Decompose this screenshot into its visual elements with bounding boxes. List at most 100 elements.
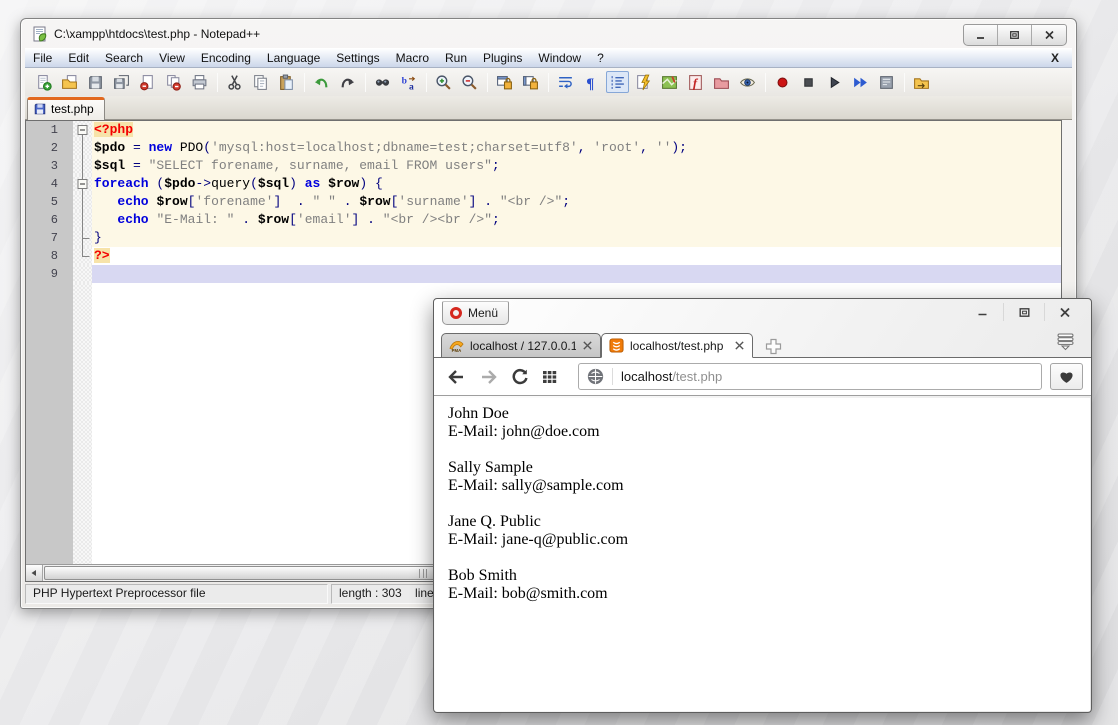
- close-icon[interactable]: [136, 71, 159, 93]
- menu-search[interactable]: Search: [97, 49, 151, 67]
- code-text: <?php: [92, 121, 1061, 139]
- document-map-icon[interactable]: [658, 71, 681, 93]
- copy-icon[interactable]: [249, 71, 272, 93]
- word-wrap-icon[interactable]: [554, 71, 577, 93]
- svg-text:¶: ¶: [586, 75, 594, 90]
- editor-tab-label: test.php: [51, 102, 94, 116]
- opera-titlebar[interactable]: Menü: [434, 299, 1091, 331]
- npp-titlebar[interactable]: C:\xampp\htdocs\test.php - Notepad++: [25, 19, 1072, 48]
- open-file-icon[interactable]: [58, 71, 81, 93]
- doc-switcher-icon[interactable]: [632, 71, 655, 93]
- url-text[interactable]: localhost/test.php: [621, 369, 722, 384]
- macro-save-icon[interactable]: [875, 71, 898, 93]
- code-line-5[interactable]: 5 echo $row['forename'] . " " . $row['su…: [26, 193, 1061, 211]
- fold-margin[interactable]: [73, 175, 92, 193]
- folder-workspace-icon[interactable]: [710, 71, 733, 93]
- menu-run[interactable]: Run: [437, 49, 475, 67]
- zoom-in-icon[interactable]: [432, 71, 455, 93]
- menu-plugins[interactable]: Plugins: [475, 49, 530, 67]
- code-line-7[interactable]: 7}: [26, 229, 1061, 247]
- forward-button[interactable]: [479, 369, 498, 385]
- cut-icon[interactable]: [223, 71, 246, 93]
- menu-language[interactable]: Language: [259, 49, 328, 67]
- menu-edit[interactable]: Edit: [60, 49, 97, 67]
- close-button[interactable]: [1044, 303, 1085, 321]
- fold-margin: [73, 247, 92, 265]
- code-line-4[interactable]: 4foreach ($pdo->query($sql) as $row) {: [26, 175, 1061, 193]
- new-file-icon[interactable]: [32, 71, 55, 93]
- menu-help[interactable]: ?: [589, 49, 612, 67]
- menubar-close-icon[interactable]: X: [1051, 51, 1072, 65]
- find-icon[interactable]: [371, 71, 394, 93]
- tab-label: localhost / 127.0.0.1 / test: [470, 339, 576, 353]
- save-icon[interactable]: [84, 71, 107, 93]
- editor-tab-testphp[interactable]: test.php: [27, 97, 105, 120]
- line-number: 8: [26, 247, 73, 265]
- close-all-icon[interactable]: [162, 71, 185, 93]
- paste-icon[interactable]: [275, 71, 298, 93]
- back-button[interactable]: [447, 369, 466, 385]
- tab-close-icon[interactable]: [734, 340, 745, 351]
- minimize-button[interactable]: [964, 25, 998, 45]
- site-badge-icon[interactable]: [587, 368, 604, 385]
- user-name: Bob Smith: [448, 567, 1090, 585]
- code-line-2[interactable]: 2$pdo = new PDO('mysql:host=localhost;db…: [26, 139, 1061, 157]
- user-entry: Sally SampleE-Mail: sally@sample.com: [448, 459, 1090, 495]
- toolbar-separator: [548, 73, 549, 92]
- restore-button[interactable]: [998, 25, 1032, 45]
- code-line-8[interactable]: 8 ?>: [26, 247, 1061, 265]
- address-bar[interactable]: localhost/test.php: [578, 363, 1042, 390]
- sync-scroll-h-icon[interactable]: [519, 71, 542, 93]
- indent-guide-icon[interactable]: [606, 71, 629, 93]
- fold-margin: [73, 229, 92, 247]
- opera-menu-button[interactable]: Menü: [442, 301, 509, 325]
- macro-stop-icon[interactable]: [797, 71, 820, 93]
- new-tab-button[interactable]: [765, 338, 782, 355]
- redo-icon[interactable]: [336, 71, 359, 93]
- xampp-icon: [609, 338, 624, 353]
- user-name: Sally Sample: [448, 459, 1090, 477]
- menu-view[interactable]: View: [151, 49, 193, 67]
- undo-icon[interactable]: [310, 71, 333, 93]
- code-text: ?>: [92, 247, 1061, 265]
- speed-dial-grid-icon[interactable]: [542, 369, 557, 384]
- opera-tabbar: PMAlocalhost / 127.0.0.1 / testlocalhost…: [434, 331, 1091, 357]
- fold-margin[interactable]: [73, 121, 92, 139]
- macro-record-icon[interactable]: [771, 71, 794, 93]
- scroll-left-arrow-icon[interactable]: [26, 565, 43, 581]
- saved-file-icon: [33, 102, 47, 116]
- restore-button[interactable]: [1003, 303, 1044, 321]
- print-icon[interactable]: [188, 71, 211, 93]
- reload-button[interactable]: [511, 368, 529, 386]
- macro-play-icon[interactable]: [823, 71, 846, 93]
- browser-tab-2[interactable]: localhost/test.php: [601, 333, 753, 358]
- code-line-1[interactable]: 1<?php: [26, 121, 1061, 139]
- opera-window: Menü PMAlocalhost / 127.0.0.1 / testloca…: [433, 298, 1092, 713]
- menu-file[interactable]: File: [25, 49, 60, 67]
- menu-settings[interactable]: Settings: [328, 49, 387, 67]
- code-line-3[interactable]: 3$sql = "SELECT forename, surname, email…: [26, 157, 1061, 175]
- code-text: foreach ($pdo->query($sql) as $row) {: [92, 175, 1061, 193]
- toolbar-separator: [426, 73, 427, 92]
- replace-icon[interactable]: ba: [397, 71, 420, 93]
- macro-run-multiple-icon[interactable]: [849, 71, 872, 93]
- minimize-button[interactable]: [962, 303, 1003, 321]
- browser-tab-1[interactable]: PMAlocalhost / 127.0.0.1 / test: [441, 333, 601, 358]
- show-all-chars-icon[interactable]: ¶: [580, 71, 603, 93]
- file-monitoring-icon[interactable]: [736, 71, 759, 93]
- menu-window[interactable]: Window: [530, 49, 589, 67]
- open-containing-folder-icon[interactable]: [910, 71, 933, 93]
- tab-close-icon[interactable]: [582, 340, 593, 351]
- bookmark-heart-button[interactable]: [1050, 363, 1083, 390]
- code-line-6[interactable]: 6 echo "E-Mail: " . $row['email'] . "<br…: [26, 211, 1061, 229]
- menu-encoding[interactable]: Encoding: [193, 49, 259, 67]
- sync-scroll-v-icon[interactable]: [493, 71, 516, 93]
- tab-stack-icon[interactable]: [1056, 333, 1075, 351]
- save-all-icon[interactable]: [110, 71, 133, 93]
- code-line-9[interactable]: 9: [26, 265, 1061, 283]
- menu-macro[interactable]: Macro: [388, 49, 437, 67]
- function-list-icon[interactable]: f: [684, 71, 707, 93]
- line-number-gutter: [26, 283, 73, 564]
- close-button[interactable]: [1032, 25, 1066, 45]
- zoom-out-icon[interactable]: [458, 71, 481, 93]
